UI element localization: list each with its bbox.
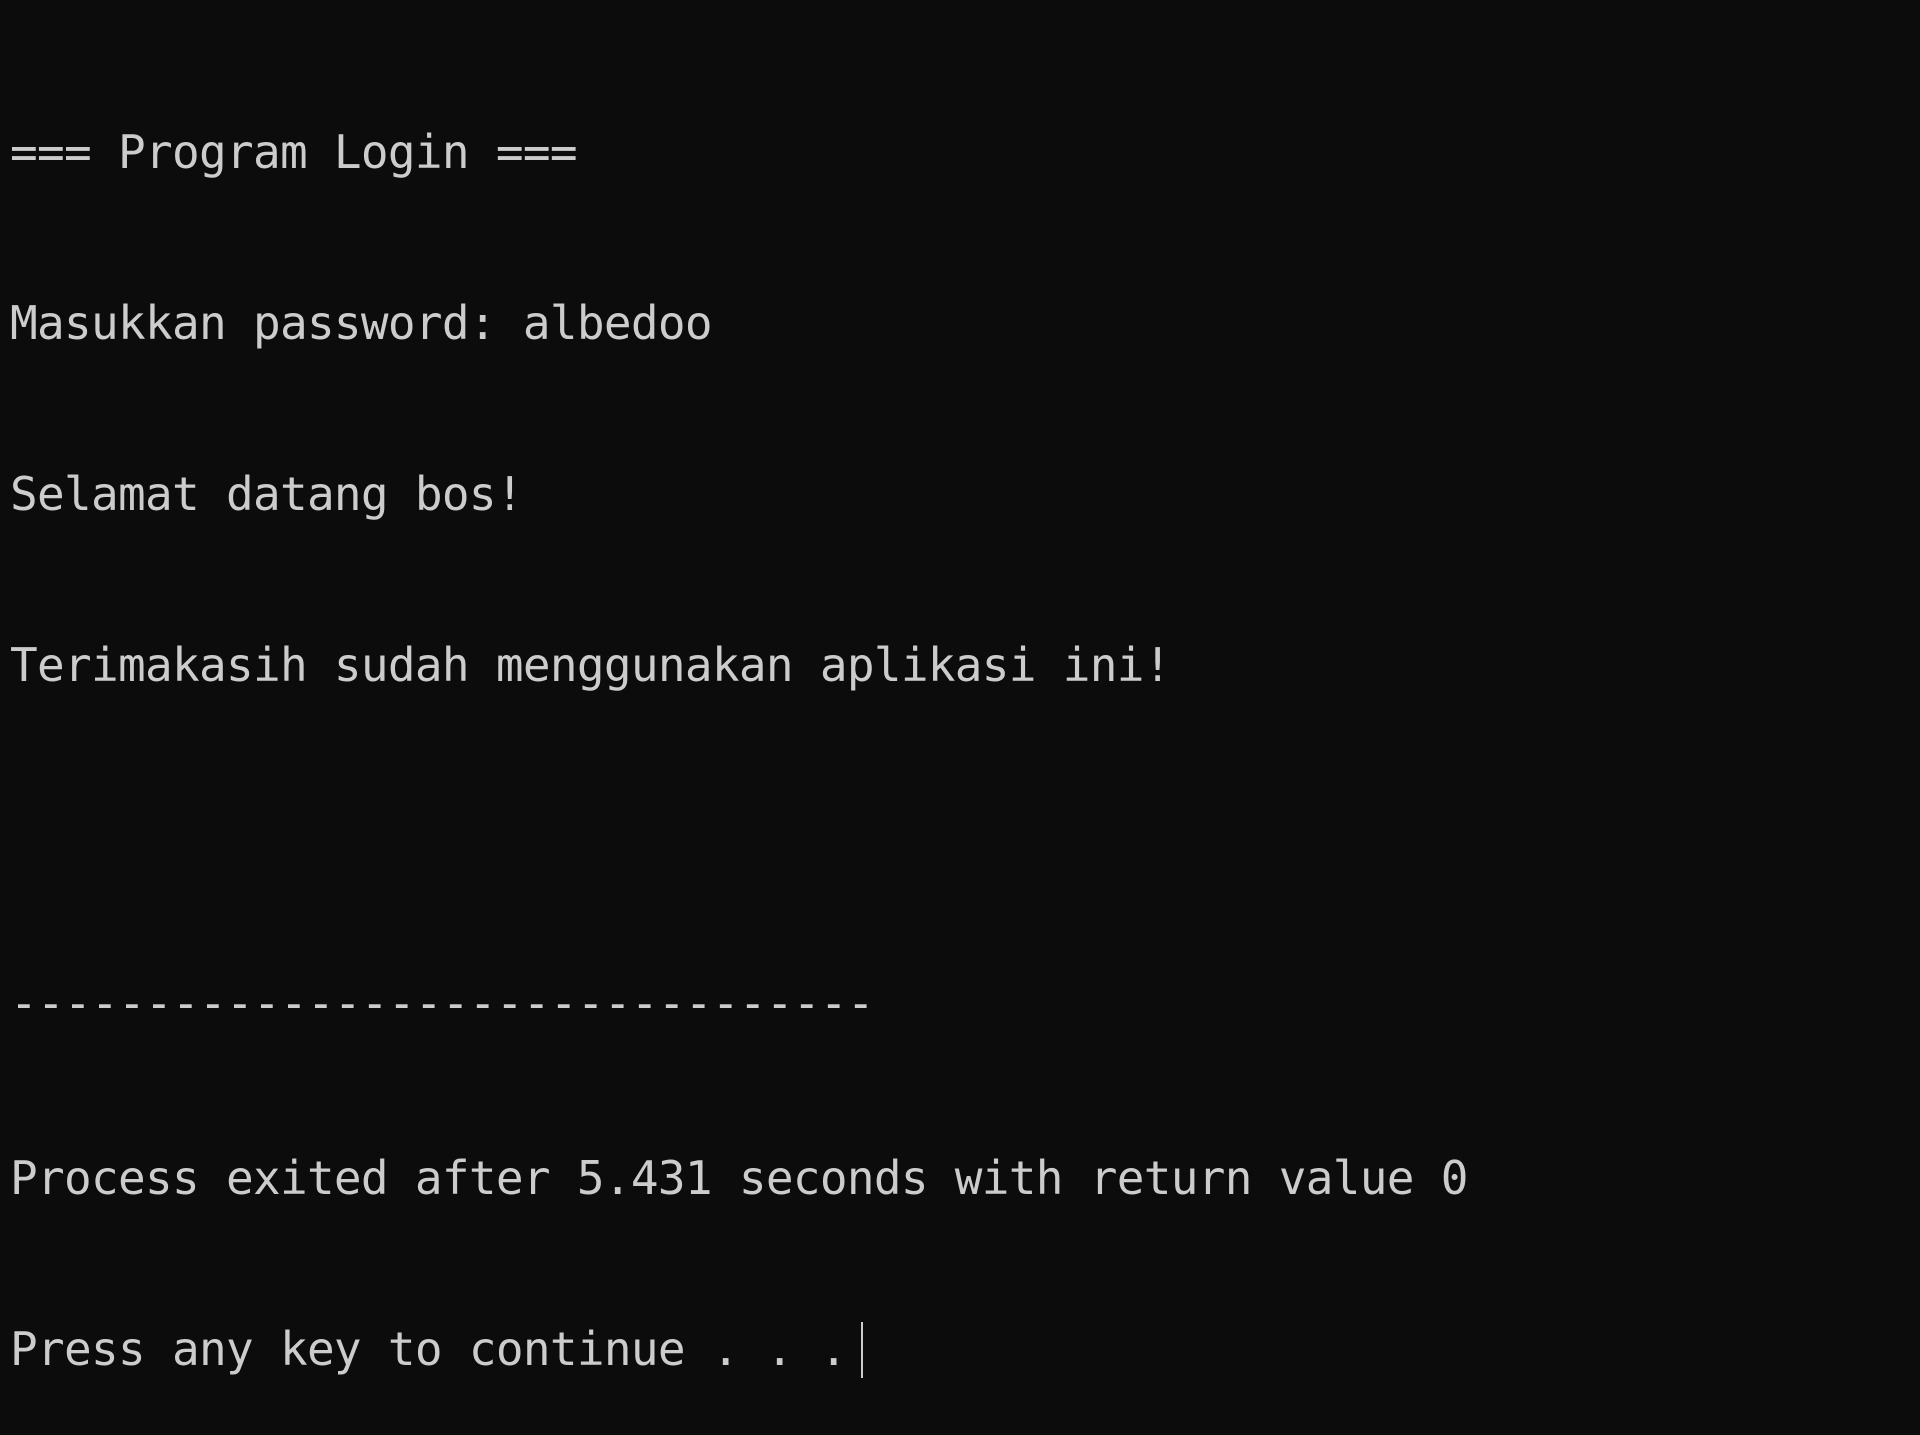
console-line-blank	[10, 808, 1920, 865]
console-line-password: Masukkan password: albedoo	[10, 296, 713, 350]
console-separator: --------------------------------	[10, 976, 875, 1030]
press-key-text: Press any key to continue . . .	[10, 1322, 848, 1376]
console-window[interactable]: === Program Login === Masukkan password:…	[0, 0, 1920, 1378]
console-line-welcome: Selamat datang bos!	[10, 467, 524, 521]
console-line-title: === Program Login ===	[10, 125, 578, 179]
console-line-process-exit: Process exited after 5.431 seconds with …	[10, 1151, 1468, 1205]
console-line-thanks: Terimakasih sudah menggunakan aplikasi i…	[10, 638, 1171, 692]
console-line-press-key: Press any key to continue . . .	[10, 1321, 1920, 1378]
text-cursor	[860, 1321, 863, 1378]
